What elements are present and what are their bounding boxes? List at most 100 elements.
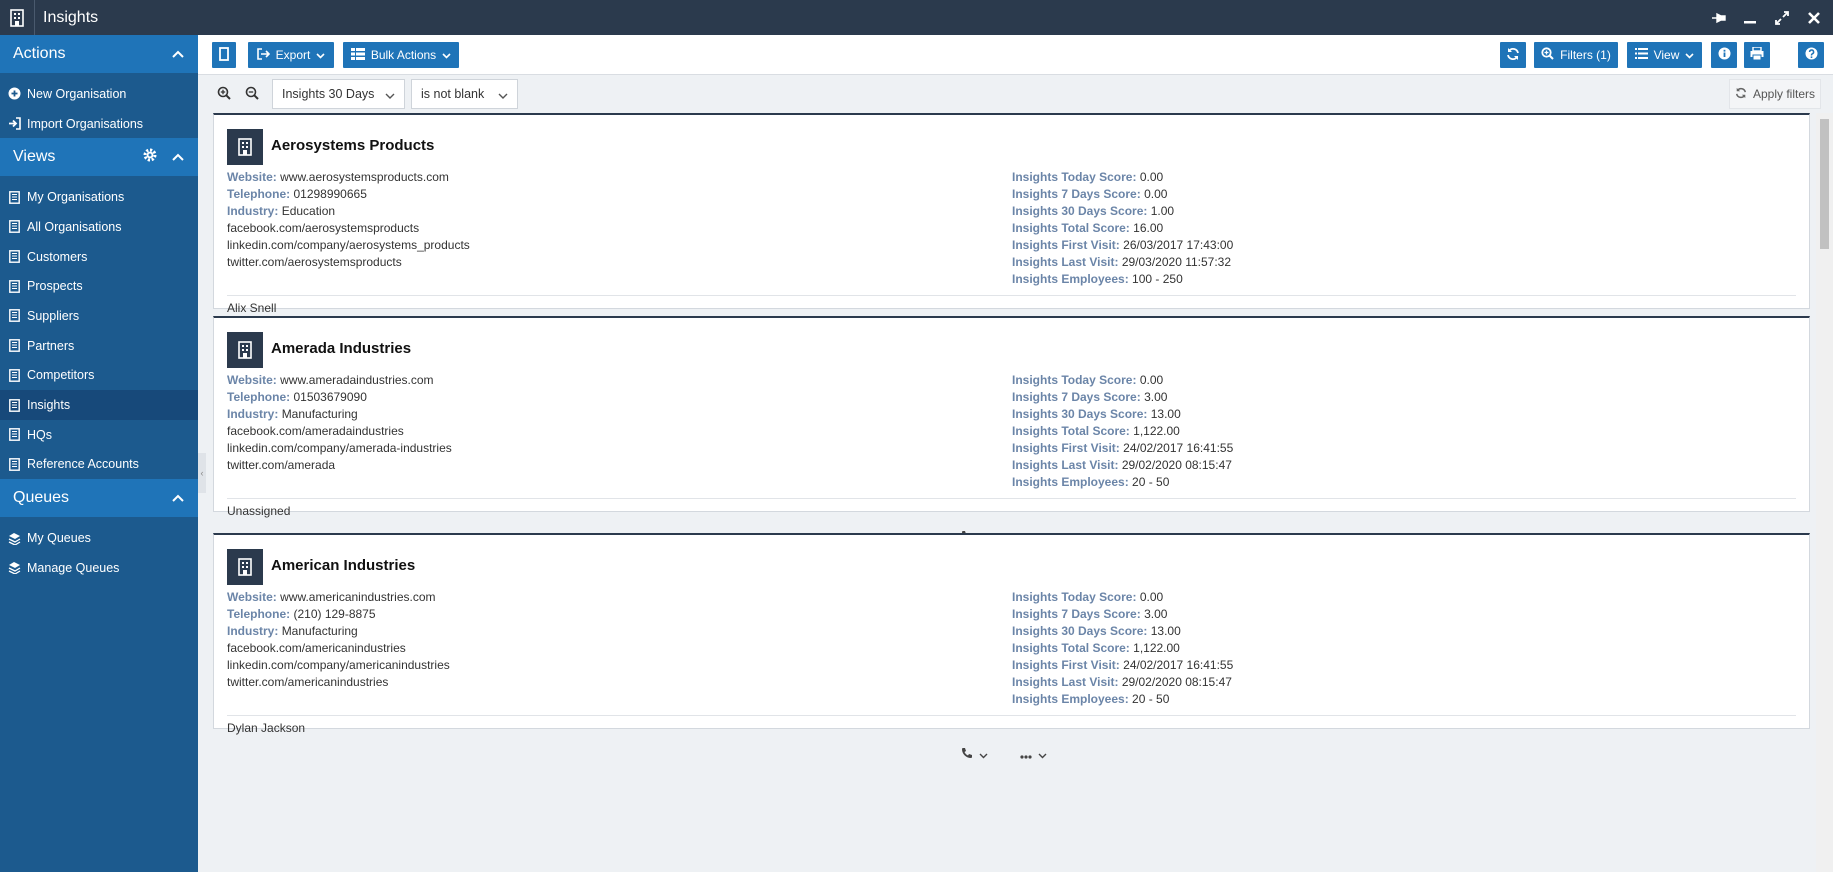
field-linkedin[interactable]: linkedin.com/company/amerada-industries — [227, 440, 452, 457]
apply-filters-button[interactable]: Apply filters — [1729, 79, 1821, 109]
sidebar-item-insights[interactable]: Insights — [0, 390, 198, 420]
sidebar-item-prospects[interactable]: Prospects — [0, 271, 198, 301]
field-employees: Insights Employees: 20 - 50 — [1012, 691, 1233, 708]
scrollbar-thumb[interactable] — [1820, 119, 1829, 249]
panel-icon — [219, 46, 229, 64]
book-icon — [7, 339, 21, 353]
field-value: 24/02/2017 16:41:55 — [1123, 658, 1234, 672]
field-twitter[interactable]: twitter.com/americanindustries — [227, 674, 450, 691]
field-days30: Insights 30 Days Score: 1.00 — [1012, 203, 1233, 220]
export-button[interactable]: Export — [248, 42, 334, 68]
call-dropdown-button[interactable] — [961, 747, 988, 762]
chevron-down-icon — [1685, 48, 1694, 62]
book-icon — [7, 309, 21, 323]
field-website: Website: www.ameradaindustries.com — [227, 372, 452, 389]
print-button[interactable] — [1744, 42, 1770, 68]
field-website: Website: www.americanindustries.com — [227, 589, 450, 606]
chevron-up-icon[interactable] — [172, 489, 184, 507]
record-name[interactable]: Amerada Industries — [271, 340, 411, 357]
refresh-button[interactable] — [1500, 42, 1526, 68]
vertical-scrollbar[interactable] — [1816, 113, 1833, 872]
field-value: twitter.com/amerada — [227, 458, 336, 472]
gear-icon[interactable] — [142, 147, 158, 168]
record-card[interactable]: Amerada Industries Website: www.ameradain… — [213, 316, 1810, 542]
book-icon — [7, 457, 21, 471]
field-label: Insights 7 Days Score: — [1012, 187, 1141, 201]
field-value: 1.00 — [1150, 204, 1175, 218]
zoom-in-icon[interactable] — [215, 84, 233, 102]
field-facebook[interactable]: facebook.com/aerosystemsproducts — [227, 220, 470, 237]
view-button[interactable]: View — [1627, 42, 1702, 68]
toggle-panel-button[interactable] — [212, 42, 236, 68]
field-facebook[interactable]: facebook.com/americanindustries — [227, 640, 450, 657]
field-value: 16.00 — [1133, 221, 1164, 235]
sidebar-item-suppliers[interactable]: Suppliers — [0, 301, 198, 331]
bulk-actions-button[interactable]: Bulk Actions — [343, 42, 459, 68]
filters-button[interactable]: Filters (1) — [1534, 42, 1618, 68]
field-employees: Insights Employees: 100 - 250 — [1012, 271, 1233, 288]
filter-operator-select[interactable]: is not blank — [411, 79, 518, 109]
sidebar-item-hqs[interactable]: HQs — [0, 420, 198, 450]
field-value: 24/02/2017 16:41:55 — [1123, 441, 1234, 455]
sidebar-item-my-queues[interactable]: My Queues — [0, 523, 198, 553]
sidebar-item-competitors[interactable]: Competitors — [0, 361, 198, 391]
info-button[interactable] — [1711, 42, 1737, 68]
field-total: Insights Total Score: 16.00 — [1012, 220, 1233, 237]
field-linkedin[interactable]: linkedin.com/company/americanindustries — [227, 657, 450, 674]
sidebar-item-customers[interactable]: Customers — [0, 242, 198, 272]
refresh-icon — [1735, 87, 1747, 102]
views-header[interactable]: Views — [0, 138, 198, 177]
field-value: 0.00 — [1139, 590, 1164, 604]
field-label: Insights 30 Days Score: — [1012, 204, 1148, 218]
field-value: twitter.com/aerosystemsproducts — [227, 255, 402, 269]
export-label: Export — [275, 48, 311, 62]
zoom-out-icon[interactable] — [243, 84, 261, 102]
field-value: facebook.com/aerosystemsproducts — [227, 221, 420, 235]
sidebar-item-my-organisations[interactable]: My Organisations — [0, 182, 198, 212]
print-icon — [1750, 46, 1764, 63]
chevron-up-icon[interactable] — [172, 45, 184, 63]
close-icon[interactable] — [1805, 9, 1823, 27]
minimize-icon[interactable] — [1741, 9, 1759, 27]
sidebar-item-import-organisations[interactable]: Import Organisations — [0, 109, 198, 139]
sidebar-collapse-handle[interactable]: ‹ — [198, 453, 206, 493]
filter-field-select[interactable]: Insights 30 Days S — [272, 79, 405, 109]
record-card[interactable]: American Industries Website: www.american… — [213, 533, 1810, 759]
field-label: Insights 7 Days Score: — [1012, 390, 1141, 404]
sidebar-item-manage-queues[interactable]: Manage Queues — [0, 553, 198, 583]
more-dropdown-button[interactable] — [1020, 747, 1047, 762]
sidebar-item-all-organisations[interactable]: All Organisations — [0, 212, 198, 242]
field-days7: Insights 7 Days Score: 3.00 — [1012, 389, 1233, 406]
record-card[interactable]: Aerosystems Products Website: www.aerosys… — [213, 113, 1810, 339]
field-label: Industry: — [227, 407, 279, 421]
field-linkedin[interactable]: linkedin.com/company/aerosystems_product… — [227, 237, 470, 254]
field-value: 26/03/2017 17:43:00 — [1123, 238, 1234, 252]
restore-icon[interactable] — [1773, 9, 1791, 27]
field-twitter[interactable]: twitter.com/amerada — [227, 457, 452, 474]
actions-header[interactable]: Actions — [0, 35, 198, 73]
sidebar-item-new-organisation[interactable]: New Organisation — [0, 79, 198, 109]
field-value: 29/02/2020 08:15:47 — [1121, 675, 1232, 689]
sidebar-item-reference-accounts[interactable]: Reference Accounts — [0, 450, 198, 480]
sidebar-item-label: Partners — [27, 338, 75, 353]
queues-header[interactable]: Queues — [0, 479, 198, 518]
record-name[interactable]: Aerosystems Products — [271, 137, 434, 154]
field-facebook[interactable]: facebook.com/ameradaindustries — [227, 423, 452, 440]
views-title: Views — [13, 148, 56, 166]
field-value: www.aerosystemsproducts.com — [280, 170, 449, 184]
sidebar-item-partners[interactable]: Partners — [0, 331, 198, 361]
book-icon — [7, 398, 21, 412]
pin-icon[interactable] — [1709, 9, 1727, 27]
help-icon — [1805, 47, 1818, 63]
field-twitter[interactable]: twitter.com/aerosystemsproducts — [227, 254, 470, 271]
field-value: twitter.com/americanindustries — [227, 675, 389, 689]
record-name[interactable]: American Industries — [271, 557, 415, 574]
help-button[interactable] — [1798, 42, 1824, 68]
field-label: Telephone: — [227, 607, 291, 621]
field-value: 1,122.00 — [1133, 641, 1180, 655]
field-value: facebook.com/ameradaindustries — [227, 424, 404, 438]
chevron-up-icon[interactable] — [172, 148, 184, 166]
field-today: Insights Today Score: 0.00 — [1012, 589, 1233, 606]
field-total: Insights Total Score: 1,122.00 — [1012, 423, 1233, 440]
field-label: Website: — [227, 170, 277, 184]
